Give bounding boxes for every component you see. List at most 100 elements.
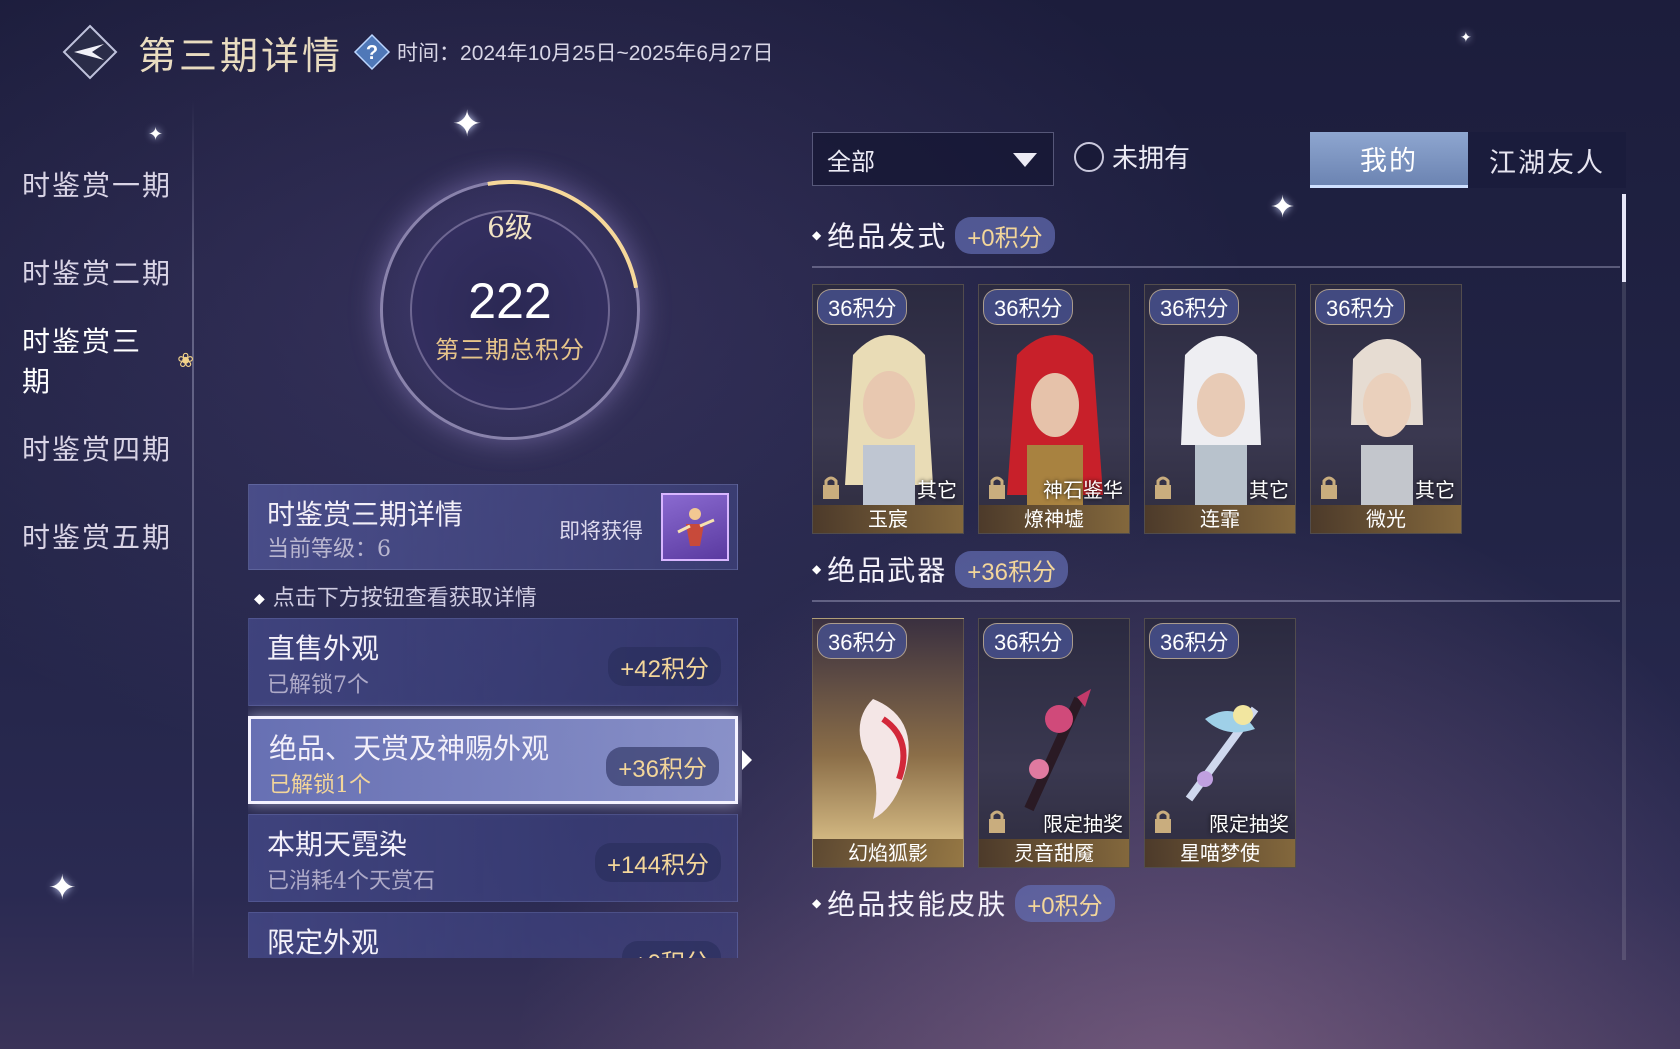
card-points: 36积分 <box>817 289 908 325</box>
card-name: 幻焰狐影 <box>813 839 963 867</box>
lock-icon <box>1155 476 1171 499</box>
card-points: 36积分 <box>817 623 908 659</box>
bullet-icon: ◆ <box>812 228 822 242</box>
time-range: 时间：2024年10月25日~2025年6月27日 <box>397 42 774 65</box>
card-name: 微光 <box>1311 505 1461 533</box>
section-divider <box>812 266 1620 268</box>
bullet-icon: ◆ <box>812 562 822 576</box>
category-points: +42积分 <box>608 647 721 686</box>
weapon-card[interactable]: 36积分 幻焰狐影 <box>812 618 964 868</box>
card-tag: 其它 <box>1415 478 1455 502</box>
hair-card[interactable]: 36积分 其它 玉宸 <box>812 284 964 534</box>
section-title: 绝品武器 <box>827 554 948 587</box>
scrollbar-thumb[interactable] <box>1622 194 1626 282</box>
card-points: 36积分 <box>1149 289 1240 325</box>
lock-icon <box>823 476 839 499</box>
section-points: +0积分 <box>1015 884 1115 922</box>
hint-text: ◆ 点击下方按钮查看获取详情 <box>254 580 537 612</box>
card-name: 灵音甜魇 <box>979 839 1129 867</box>
category-name: 绝品、天赏及神赐外观 <box>269 732 550 765</box>
category-direct-sale[interactable]: 直售外观 已解锁7个 +42积分 <box>248 618 738 706</box>
sidebar-item-period-4[interactable]: 时鉴赏四期 <box>0 404 196 492</box>
section-header: ◆ 绝品技能皮肤 +0积分 <box>812 878 1630 928</box>
card-tag: 限定抽奖 <box>1043 812 1123 836</box>
hint-label: 点击下方按钮查看获取详情 <box>272 586 537 611</box>
chevron-down-icon <box>1013 153 1037 167</box>
total-score-label: 第三期总积分 <box>435 336 585 364</box>
sidebar-item-label: 时鉴赏五期 <box>22 521 173 554</box>
tab-friends[interactable]: 江湖友人 <box>1468 132 1626 188</box>
help-button[interactable]: ? <box>353 33 391 71</box>
sidebar-item-period-1[interactable]: 时鉴赏一期 <box>0 140 196 228</box>
lock-icon <box>989 476 1005 499</box>
star-decoration: ✦ <box>48 868 77 908</box>
card-points: 36积分 <box>983 623 1074 659</box>
category-name: 直售外观 <box>267 632 380 665</box>
score-ring: 6级 222 第三期总积分 <box>320 128 700 492</box>
tab-group: 我的 江湖友人 <box>1310 132 1626 188</box>
category-name: 限定外观 <box>267 926 380 958</box>
sidebar-item-period-2[interactable]: 时鉴赏二期 <box>0 228 196 316</box>
card-name: 星喵梦使 <box>1145 839 1295 867</box>
sidebar-item-label: 时鉴赏三期 <box>22 325 143 398</box>
category-premium[interactable]: 绝品、天赏及神赐外观 已解锁1个 +36积分 <box>248 716 738 804</box>
sidebar-item-period-3[interactable]: 时鉴赏三期 ❀ <box>0 316 196 404</box>
total-score: 222 <box>468 273 552 329</box>
page-title: 第三期详情 <box>138 33 344 78</box>
category-filter-select[interactable]: 全部 <box>812 132 1054 186</box>
sidebar: 时鉴赏一期 时鉴赏二期 时鉴赏三期 ❀ 时鉴赏四期 时鉴赏五期 <box>0 140 196 580</box>
card-row-weapon: 36积分 幻焰狐影 36积分 限定抽奖 灵音甜魇 36积分 限定抽奖 星喵梦使 <box>812 618 1630 868</box>
weapon-card[interactable]: 36积分 限定抽奖 灵音甜魇 <box>978 618 1130 868</box>
section-header: ◆ 绝品发式 +0积分 <box>812 210 1630 260</box>
lock-icon <box>1321 476 1337 499</box>
category-sub: 已消耗4个天赏石 <box>267 869 435 894</box>
card-tag: 限定抽奖 <box>1209 812 1289 836</box>
star-decoration: ✦ <box>1460 30 1472 46</box>
weapon-card[interactable]: 36积分 限定抽奖 星喵梦使 <box>1144 618 1296 868</box>
category-limited[interactable]: 限定外观 +0积分 <box>248 912 738 958</box>
section-divider <box>812 600 1620 602</box>
upcoming-label: 即将获得 <box>559 519 643 543</box>
star-decoration: ✦ <box>452 104 483 145</box>
scrollbar[interactable] <box>1622 194 1626 960</box>
card-tag: 神石鉴华 <box>1043 478 1123 502</box>
current-level: 当前等级：6 <box>267 537 391 562</box>
level-label: 6级 <box>487 211 533 244</box>
lock-icon <box>1155 810 1171 833</box>
category-sub: 已解锁1个 <box>269 773 371 798</box>
card-points: 36积分 <box>1315 289 1406 325</box>
category-dye[interactable]: 本期天霓染 已消耗4个天赏石 +144积分 <box>248 814 738 902</box>
sidebar-item-label: 时鉴赏四期 <box>22 433 173 466</box>
card-points: 36积分 <box>1149 623 1240 659</box>
hair-card[interactable]: 36积分 其它 连霏 <box>1144 284 1296 534</box>
card-name: 连霏 <box>1145 505 1295 533</box>
hair-card[interactable]: 36积分 其它 微光 <box>1310 284 1462 534</box>
category-points: +0积分 <box>621 941 721 958</box>
category-points: +36积分 <box>606 747 719 786</box>
sidebar-item-period-5[interactable]: 时鉴赏五期 <box>0 492 196 580</box>
selected-arrow-icon <box>742 750 752 770</box>
tab-mine[interactable]: 我的 <box>1310 132 1468 188</box>
card-name: 玉宸 <box>813 505 963 533</box>
card-name: 燎神墟 <box>979 505 1129 533</box>
reward-preview[interactable] <box>661 493 729 561</box>
category-points: +144积分 <box>594 843 721 882</box>
question-icon: ? <box>353 33 391 71</box>
card-tag: 其它 <box>1249 478 1289 502</box>
period-detail-card[interactable]: 时鉴赏三期详情 当前等级：6 即将获得 <box>248 484 738 570</box>
unowned-checkbox[interactable]: 未拥有 <box>1074 138 1190 175</box>
section-header: ◆ 绝品武器 +36积分 <box>812 544 1630 594</box>
svg-text:?: ? <box>366 42 378 64</box>
back-button[interactable] <box>58 20 122 84</box>
appearance-scroll-area[interactable]: ◆ 绝品发式 +0积分 36积分 其它 玉宸 36积分 神石鉴华 燎神墟 36积… <box>812 200 1630 960</box>
section-title: 绝品发式 <box>827 220 948 253</box>
filter-value: 全部 <box>827 147 875 176</box>
category-name: 本期天霓染 <box>267 828 408 861</box>
sidebar-item-label: 时鉴赏二期 <box>22 257 173 290</box>
section-points: +36积分 <box>955 550 1068 588</box>
unowned-label: 未拥有 <box>1112 144 1191 174</box>
card-row-hair: 36积分 其它 玉宸 36积分 神石鉴华 燎神墟 36积分 其它 连霏 36积分… <box>812 284 1630 534</box>
section-points: +0积分 <box>955 216 1055 254</box>
hair-card[interactable]: 36积分 神石鉴华 燎神墟 <box>978 284 1130 534</box>
category-sub: 已解锁7个 <box>267 673 369 698</box>
